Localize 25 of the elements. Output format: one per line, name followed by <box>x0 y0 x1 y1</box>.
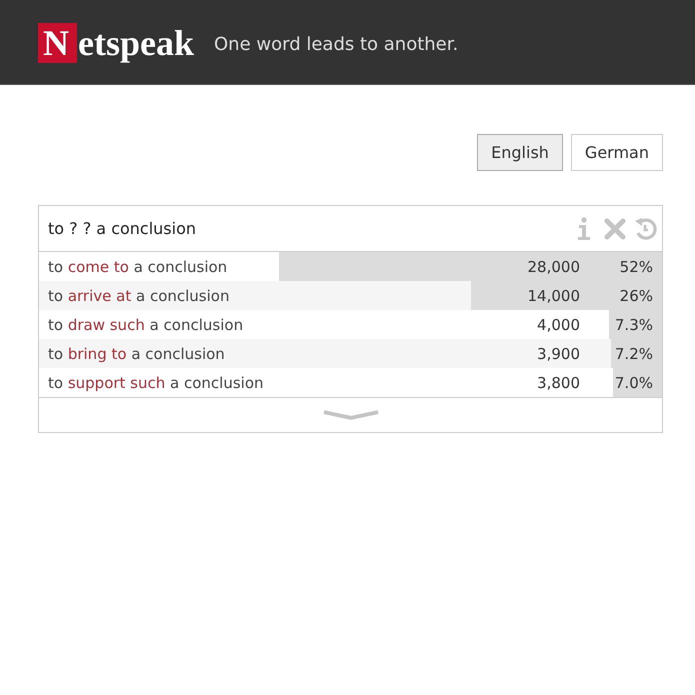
percent-text: 26% <box>618 286 654 304</box>
result-row[interactable]: to bring to a conclusion 3,900 7.2% <box>39 339 662 368</box>
count-text: 28,000 <box>528 258 580 276</box>
result-row[interactable]: to arrive at a conclusion 14,000 26% <box>39 281 662 310</box>
percent-text: 7.3% <box>614 316 654 334</box>
phrase-text: to arrive at a conclusion <box>47 286 230 304</box>
count-text: 4,000 <box>537 316 580 334</box>
close-icon[interactable] <box>604 218 626 240</box>
count-text: 14,000 <box>528 286 580 304</box>
phrase-text: to bring to a conclusion <box>47 344 226 362</box>
phrase-text: to draw such a conclusion <box>47 316 244 334</box>
language-button[interactable]: German <box>570 134 663 171</box>
reset-icon[interactable] <box>634 216 658 240</box>
percent-text: 7.2% <box>614 344 654 362</box>
percent-text: 7.0% <box>614 374 654 392</box>
info-icon[interactable] <box>576 216 592 240</box>
phrase-text: to come to a conclusion <box>47 258 228 276</box>
phrase-text: to support such a conclusion <box>47 374 265 392</box>
count-text: 3,900 <box>537 344 580 362</box>
percent-text: 52% <box>618 258 654 276</box>
count-text: 3,800 <box>537 374 580 392</box>
chevron-down-icon[interactable] <box>322 409 380 421</box>
search-field[interactable]: to ? ? a conclusion <box>39 214 576 244</box>
tagline: One word leads to another. <box>214 34 458 54</box>
language-button[interactable]: English <box>477 134 563 171</box>
